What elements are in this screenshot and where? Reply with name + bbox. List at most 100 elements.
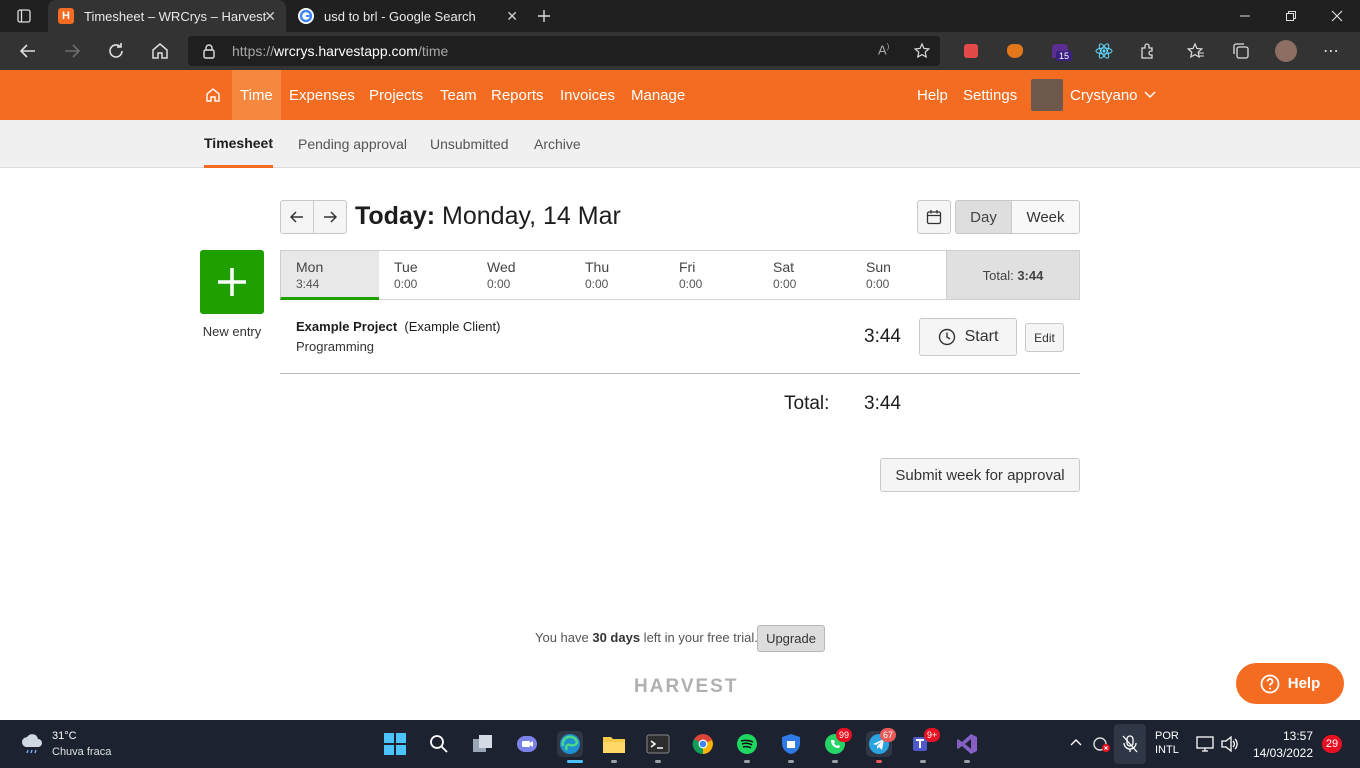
harvest-footer-logo: HARVEST <box>634 676 739 697</box>
submit-week-button[interactable]: Submit week for approval <box>880 458 1080 492</box>
lock-icon[interactable] <box>202 43 216 59</box>
nav-projects[interactable]: Projects <box>369 70 423 120</box>
nav-team[interactable]: Team <box>440 70 477 120</box>
url-path: /time <box>417 43 449 59</box>
nav-expenses[interactable]: Expenses <box>289 70 355 120</box>
help-floating-button[interactable]: Help <box>1236 663 1344 704</box>
weather-temp: 31°C <box>52 730 77 742</box>
close-window-icon[interactable] <box>1314 0 1360 32</box>
security-app-icon[interactable] <box>778 731 804 757</box>
week-view-button[interactable]: Week <box>1011 200 1080 234</box>
edge-icon[interactable] <box>557 731 583 757</box>
search-icon[interactable] <box>426 731 452 757</box>
nav-help[interactable]: Help <box>917 70 948 120</box>
trial-notice: You have 30 days left in your free trial… <box>535 630 758 645</box>
new-entry-label: New entry <box>202 324 262 339</box>
home-icon[interactable] <box>146 37 174 65</box>
question-icon <box>1260 674 1280 693</box>
subnav-pending-approval[interactable]: Pending approval <box>298 120 407 168</box>
new-entry-button[interactable] <box>200 250 264 314</box>
display-icon[interactable] <box>1196 736 1214 752</box>
clock[interactable]: 13:57 14/03/2022 <box>1250 729 1313 760</box>
extensions-puzzle-icon[interactable] <box>1138 41 1158 61</box>
language-indicator[interactable]: POR INTL <box>1155 730 1179 756</box>
refresh-icon[interactable] <box>102 37 130 65</box>
user-name: Crystyano <box>1070 86 1138 104</box>
home-nav-icon[interactable] <box>205 70 225 120</box>
nav-reports[interactable]: Reports <box>491 70 544 120</box>
day-view-button[interactable]: Day <box>955 200 1012 234</box>
upgrade-button[interactable]: Upgrade <box>757 625 825 652</box>
microphone-muted-icon[interactable] <box>1114 724 1146 764</box>
nav-time[interactable]: Time <box>232 70 281 120</box>
language-bottom: INTL <box>1155 744 1179 756</box>
date-text: Monday, 14 Mar <box>442 202 621 230</box>
subnav-archive[interactable]: Archive <box>534 120 581 168</box>
react-devtools-icon[interactable] <box>1094 41 1114 61</box>
calendar-icon <box>926 210 942 225</box>
harvest-favicon-icon: H <box>58 8 74 24</box>
close-tab-icon[interactable]: ✕ <box>506 8 518 25</box>
next-day-button[interactable] <box>313 200 347 234</box>
extension-red-icon[interactable] <box>961 41 981 61</box>
chrome-icon[interactable] <box>690 731 716 757</box>
tray-overflow-icon[interactable] <box>1070 737 1082 747</box>
day-tab-thu[interactable]: Thu 0:00 <box>570 250 665 300</box>
forward-icon[interactable] <box>58 37 86 65</box>
extension-purple-icon[interactable]: 15 <box>1050 41 1073 61</box>
terminal-icon[interactable] <box>645 731 671 757</box>
nav-manage[interactable]: Manage <box>631 70 685 120</box>
nav-settings[interactable]: Settings <box>963 70 1017 120</box>
minimize-icon[interactable] <box>1222 0 1268 32</box>
user-menu[interactable]: Crystyano <box>1070 70 1156 120</box>
day-tab-fri[interactable]: Fri 0:00 <box>664 250 759 300</box>
previous-day-button[interactable] <box>280 200 314 234</box>
restore-icon[interactable] <box>1268 0 1314 32</box>
day-tab-tue[interactable]: Tue 0:00 <box>379 250 473 300</box>
tab-harvest[interactable]: H Timesheet – WRCrys – Harvest ✕ <box>48 0 286 32</box>
collections-icon[interactable] <box>1231 41 1251 61</box>
visual-studio-icon[interactable] <box>954 731 980 757</box>
close-tab-icon[interactable]: ✕ <box>264 8 276 25</box>
running-indicator <box>567 760 583 763</box>
back-icon[interactable] <box>14 37 42 65</box>
new-tab-icon[interactable] <box>530 0 558 32</box>
edit-entry-button[interactable]: Edit <box>1025 323 1064 352</box>
weather-icon[interactable] <box>20 733 44 755</box>
day-tab-wed[interactable]: Wed 0:00 <box>472 250 571 300</box>
spotify-icon[interactable] <box>734 731 760 757</box>
user-avatar[interactable] <box>1031 79 1063 111</box>
volume-icon[interactable] <box>1221 736 1239 752</box>
day-tab-mon[interactable]: Mon 3:44 <box>280 250 380 300</box>
teams-chat-icon[interactable] <box>514 731 540 757</box>
nav-invoices[interactable]: Invoices <box>560 70 615 120</box>
start-timer-button[interactable]: Start <box>919 318 1017 356</box>
address-bar-row: https://wrcrys.harvestapp.com/time A) 15… <box>0 32 1360 70</box>
running-indicator <box>832 760 838 763</box>
tab-google-search[interactable]: usd to brl - Google Search ✕ <box>288 0 528 32</box>
notification-count-badge[interactable]: 29 <box>1322 735 1342 753</box>
calendar-button[interactable] <box>917 200 951 234</box>
tab-actions-icon[interactable] <box>0 0 48 32</box>
favorites-icon[interactable] <box>1186 41 1206 61</box>
read-aloud-icon[interactable]: A) <box>878 42 889 57</box>
running-indicator <box>788 760 794 763</box>
tab-title: Timesheet – WRCrys – Harvest <box>84 8 267 24</box>
subnav-unsubmitted[interactable]: Unsubmitted <box>430 120 509 168</box>
task-view-icon[interactable] <box>470 731 496 757</box>
add-favorite-icon[interactable] <box>914 42 932 60</box>
windows-start-icon[interactable] <box>382 731 408 757</box>
google-favicon-icon <box>298 8 314 24</box>
file-explorer-icon[interactable] <box>601 731 627 757</box>
subnav-timesheet[interactable]: Timesheet <box>204 120 273 168</box>
url-field[interactable]: https://wrcrys.harvestapp.com/time A) <box>188 36 940 66</box>
day-tab-sat[interactable]: Sat 0:00 <box>758 250 852 300</box>
network-status-icon[interactable] <box>1092 736 1112 752</box>
day-tab-sun[interactable]: Sun 0:00 <box>851 250 947 300</box>
more-menu-icon[interactable]: ⋯ <box>1321 41 1341 61</box>
metamask-icon[interactable] <box>1005 41 1025 61</box>
url-scheme: https:// <box>232 43 275 59</box>
day-total-label: Total: <box>784 393 830 414</box>
profile-avatar[interactable] <box>1275 40 1297 62</box>
chevron-down-icon <box>1144 91 1156 99</box>
